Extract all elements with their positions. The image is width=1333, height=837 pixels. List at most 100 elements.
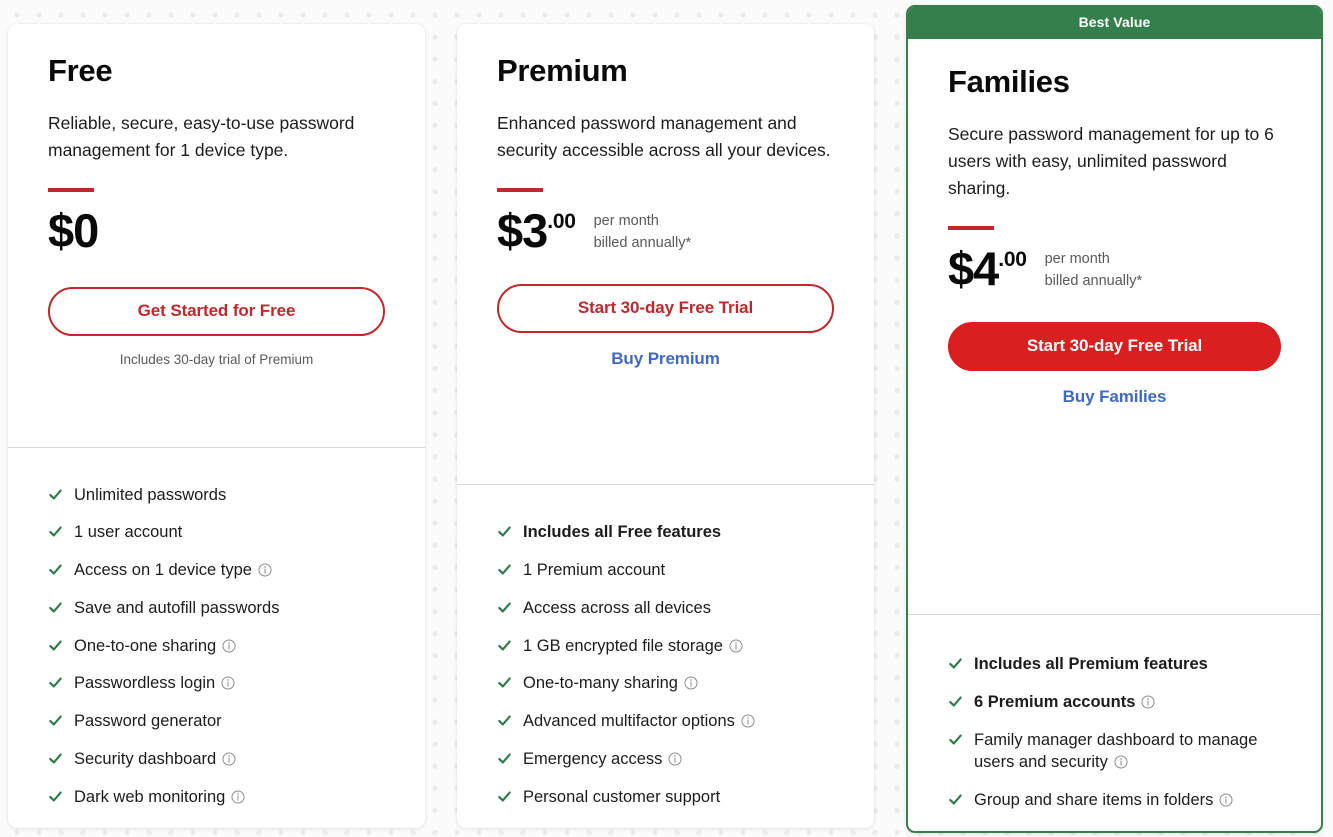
price-amount: $0 xyxy=(48,204,99,258)
info-icon[interactable] xyxy=(231,790,245,804)
info-icon[interactable] xyxy=(1114,755,1128,769)
feature-item: Family manager dashboard to manage users… xyxy=(948,729,1281,774)
feature-label: Includes all Premium features xyxy=(974,653,1208,675)
pricing-plans-grid: Free Reliable, secure, easy-to-use passwo… xyxy=(0,0,1333,837)
check-icon xyxy=(497,524,512,539)
feature-text: Access across all devices xyxy=(523,598,711,617)
check-icon xyxy=(497,713,512,728)
check-icon xyxy=(497,751,512,766)
info-icon[interactable] xyxy=(222,752,236,766)
cta-wrapper: Start 30-day Free Trial xyxy=(948,322,1281,372)
feature-text: 6 Premium accounts xyxy=(974,692,1136,711)
info-icon[interactable] xyxy=(668,752,682,766)
plan-title: Premium xyxy=(497,53,628,88)
primary-cta-button[interactable]: Start 30-day Free Trial xyxy=(948,322,1281,372)
plan-title: Free xyxy=(48,53,113,88)
feature-item: Personal customer support xyxy=(497,786,834,808)
feature-list-families: Includes all Premium features 6 Premium a… xyxy=(908,615,1321,831)
info-icon[interactable] xyxy=(741,714,755,728)
price-billing-cycle: billed annually* xyxy=(593,235,692,252)
feature-item: One-to-one sharing xyxy=(48,635,385,657)
feature-label: Security dashboard xyxy=(74,748,236,770)
info-icon[interactable] xyxy=(221,676,235,690)
card-summary-families: Families Secure password management for u… xyxy=(908,39,1321,407)
feature-text: 1 GB encrypted file storage xyxy=(523,636,723,655)
check-icon xyxy=(497,675,512,690)
secondary-cta-link[interactable]: Buy Premium xyxy=(497,349,834,369)
cta-wrapper: Get Started for Free xyxy=(48,287,385,337)
feature-label: 1 user account xyxy=(74,521,182,543)
price-amount: $4 xyxy=(948,242,999,296)
feature-text: One-to-many sharing xyxy=(523,674,678,693)
feature-item: Save and autofill passwords xyxy=(48,597,385,619)
feature-item: 1 GB encrypted file storage xyxy=(497,635,834,657)
price-amount: $3 xyxy=(497,204,548,258)
feature-list-premium: Includes all Free features 1 Premium acco… xyxy=(457,485,874,828)
feature-label: 1 Premium account xyxy=(523,559,665,581)
plan-description: Enhanced password management and securit… xyxy=(497,113,831,161)
feature-label: One-to-one sharing xyxy=(74,635,236,657)
info-icon[interactable] xyxy=(729,639,743,653)
feature-item: Access across all devices xyxy=(497,597,834,619)
feature-item: Access on 1 device type xyxy=(48,559,385,581)
feature-label: Advanced multifactor options xyxy=(523,710,755,732)
feature-item: Includes all Premium features xyxy=(948,653,1281,675)
feature-item: Includes all Free features xyxy=(497,521,834,543)
price-billing-note: per month billed annually* xyxy=(1045,249,1143,293)
feature-text: Save and autofill passwords xyxy=(74,598,280,617)
feature-label: Emergency access xyxy=(523,748,682,770)
feature-item: Passwordless login xyxy=(48,672,385,694)
check-icon xyxy=(948,792,963,807)
red-divider-rule xyxy=(948,226,994,231)
trial-note: Includes 30-day trial of Premium xyxy=(119,352,314,368)
primary-cta-button[interactable]: Get Started for Free xyxy=(48,287,385,337)
feature-text: Group and share items in folders xyxy=(974,790,1214,809)
feature-text: Dark web monitoring xyxy=(74,787,226,806)
info-icon[interactable] xyxy=(1219,793,1233,807)
card-summary-premium: Premium Enhanced password management and … xyxy=(457,24,874,369)
info-icon[interactable] xyxy=(1141,695,1155,709)
check-icon xyxy=(48,751,63,766)
pricing-card-premium: Premium Enhanced password management and … xyxy=(457,24,874,828)
check-icon xyxy=(497,600,512,615)
info-icon[interactable] xyxy=(258,563,272,577)
feature-text: Security dashboard xyxy=(74,749,217,768)
price-cents: .00 xyxy=(547,210,576,234)
check-icon xyxy=(48,675,63,690)
feature-item: Password generator xyxy=(48,710,385,732)
primary-cta-button[interactable]: Start 30-day Free Trial xyxy=(497,284,834,334)
price-block: $3.00 per month billed annually* xyxy=(497,206,834,262)
feature-label: Save and autofill passwords xyxy=(74,597,279,619)
plan-description: Secure password management for up to 6 u… xyxy=(948,124,1274,199)
check-icon xyxy=(948,732,963,747)
feature-label: Passwordless login xyxy=(74,672,235,694)
red-divider-rule xyxy=(497,188,543,193)
feature-text: Advanced multifactor options xyxy=(523,712,735,731)
feature-item: Dark web monitoring xyxy=(48,786,385,808)
price-billing-cycle: billed annually* xyxy=(1044,273,1143,290)
feature-item: Security dashboard xyxy=(48,748,385,770)
plan-title: Families xyxy=(948,64,1070,99)
card-summary-free: Free Reliable, secure, easy-to-use passwo… xyxy=(8,24,425,367)
feature-text: Access on 1 device type xyxy=(74,561,252,580)
feature-label: Dark web monitoring xyxy=(74,786,245,808)
pricing-card-families: Best Value Families Secure password manage… xyxy=(906,5,1323,833)
feature-text: Passwordless login xyxy=(74,674,216,693)
feature-item: 1 Premium account xyxy=(497,559,834,581)
check-icon xyxy=(48,638,63,653)
check-icon xyxy=(948,694,963,709)
check-icon xyxy=(48,562,63,577)
info-icon[interactable] xyxy=(222,639,236,653)
check-icon xyxy=(497,789,512,804)
card-spacer xyxy=(908,407,1321,614)
feature-label: One-to-many sharing xyxy=(523,672,698,694)
check-icon xyxy=(948,656,963,671)
secondary-cta-link[interactable]: Buy Families xyxy=(948,387,1281,407)
pricing-card-free: Free Reliable, secure, easy-to-use passwo… xyxy=(8,24,425,828)
info-icon[interactable] xyxy=(684,676,698,690)
feature-label: 6 Premium accounts xyxy=(974,691,1155,713)
check-icon xyxy=(48,524,63,539)
feature-text: Includes all Free features xyxy=(523,523,722,542)
feature-text: One-to-one sharing xyxy=(74,636,217,655)
card-spacer xyxy=(8,367,425,446)
